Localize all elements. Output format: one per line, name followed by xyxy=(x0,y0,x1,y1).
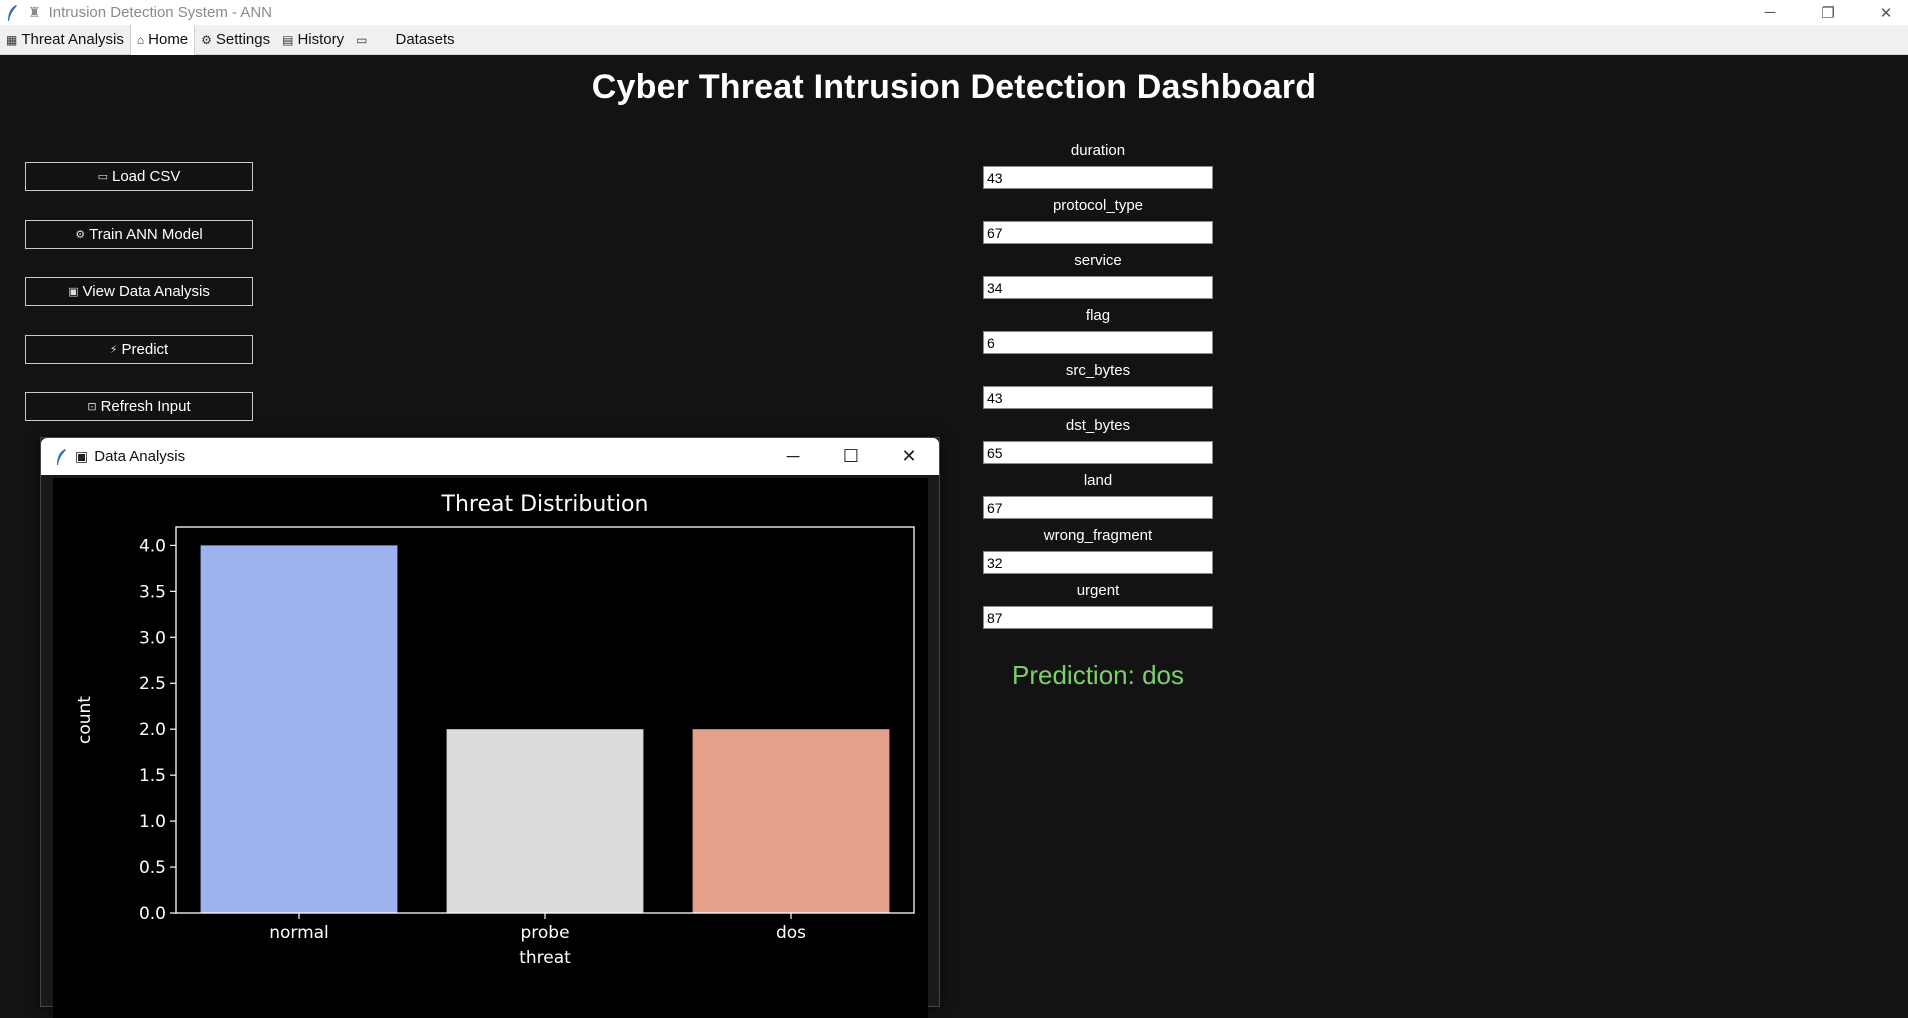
x-tick-label: normal xyxy=(269,923,329,943)
chart-title: Threat Distribution xyxy=(441,492,649,517)
protocol-type-field[interactable] xyxy=(983,221,1213,244)
chart-icon: ▣ xyxy=(75,448,89,464)
folder-icon: ▭ xyxy=(356,32,368,47)
minimize-popup-button[interactable]: ─ xyxy=(764,438,822,475)
tab-home[interactable]: ⌂ Home xyxy=(129,24,196,55)
lightning-icon: ⚡ xyxy=(109,344,118,356)
app-logo-icon: ♜ xyxy=(28,4,41,20)
close-window-button[interactable]: ✕ xyxy=(1857,0,1908,25)
land-field[interactable] xyxy=(983,496,1213,519)
service-label: service xyxy=(1074,252,1122,269)
urgent-label: urgent xyxy=(1076,582,1120,599)
tab-datasets-icon[interactable]: ▭ xyxy=(350,25,389,54)
train-ann-model-button[interactable]: ⚙ Train ANN Model xyxy=(25,220,253,249)
gear-icon: ⚙ xyxy=(201,32,212,47)
src-bytes-label: src_bytes xyxy=(1065,362,1131,379)
window-title: Intrusion Detection System - ANN xyxy=(48,4,272,21)
button-label: Load CSV xyxy=(112,168,181,185)
land-label: land xyxy=(1083,472,1113,489)
y-axis-label: count xyxy=(75,696,95,744)
refresh-input-button[interactable]: ⊡ Refresh Input xyxy=(25,392,253,421)
tab-bar: ▦ Threat Analysis ⌂ Home ⚙ Settings ▤ Hi… xyxy=(0,24,1908,55)
protocol-type-label: protocol_type xyxy=(1052,197,1144,214)
urgent-field[interactable] xyxy=(983,606,1213,629)
wrong-fragment-label: wrong_fragment xyxy=(1043,527,1153,544)
x-axis-label: threat xyxy=(519,948,571,968)
close-popup-button[interactable]: ✕ xyxy=(880,438,938,475)
bar-probe xyxy=(446,729,644,913)
predict-button[interactable]: ⚡ Predict xyxy=(25,335,253,364)
tab-datasets[interactable]: Datasets xyxy=(389,25,460,54)
y-tick-label: 0.0 xyxy=(139,904,166,924)
tab-settings[interactable]: ⚙ Settings xyxy=(195,25,276,54)
button-label: Refresh Input xyxy=(100,398,191,415)
chart-icon: ▣ xyxy=(68,286,79,298)
button-label: Predict xyxy=(121,341,169,358)
duration-field[interactable] xyxy=(983,166,1213,189)
tab-label: Datasets xyxy=(395,31,455,48)
prediction-result: Prediction: dos xyxy=(1012,660,1184,690)
y-tick-label: 2.5 xyxy=(139,674,166,694)
tab-label: Home xyxy=(148,31,189,48)
minimize-window-button[interactable]: ─ xyxy=(1741,0,1799,25)
wrong-fragment-field[interactable] xyxy=(983,551,1213,574)
popup-title: Data Analysis xyxy=(94,448,186,465)
tab-label: History xyxy=(297,31,345,48)
y-tick-label: 3.0 xyxy=(139,628,166,648)
duration-label: duration xyxy=(1070,142,1126,159)
threat-distribution-chart: Threat Distribution 0.0 0.5 1.0 1.5 2.0 2.5 3.0… xyxy=(75,492,915,968)
tab-history[interactable]: ▤ History xyxy=(276,25,350,54)
restore-window-button[interactable]: ❐ xyxy=(1799,0,1857,25)
feather-icon xyxy=(8,4,17,21)
x-tick-label: dos xyxy=(776,923,806,943)
brain-icon: ⚙ xyxy=(75,229,86,241)
y-tick-label: 0.5 xyxy=(139,858,166,878)
home-icon: ⌂ xyxy=(136,32,145,47)
tab-threat-analysis[interactable]: ▦ Threat Analysis xyxy=(0,25,130,54)
dst-bytes-field[interactable] xyxy=(983,441,1213,464)
flag-field[interactable] xyxy=(983,331,1213,354)
maximize-popup-button[interactable]: ☐ xyxy=(822,438,880,475)
data-analysis-titlebar[interactable]: ▣ Data Analysis ─ ☐ ✕ xyxy=(41,438,939,475)
dst-bytes-label: dst_bytes xyxy=(1065,417,1131,434)
dashboard-title: Cyber Threat Intrusion Detection Dashboa… xyxy=(591,68,1317,106)
bar-normal xyxy=(200,545,398,913)
window-titlebar: ♜ Intrusion Detection System - ANN ─ ❐ ✕ xyxy=(0,0,1908,25)
y-tick-label: 4.0 xyxy=(139,536,166,556)
tab-label: Settings xyxy=(215,31,271,48)
flag-label: flag xyxy=(1085,307,1111,324)
data-analysis-window: ▣ Data Analysis ─ ☐ ✕ Threat Distributio… xyxy=(40,437,940,1018)
button-label: Train ANN Model xyxy=(89,226,203,243)
tab-label: Threat Analysis xyxy=(21,31,124,48)
y-tick-label: 2.0 xyxy=(139,720,166,740)
y-tick-label: 1.5 xyxy=(139,766,166,786)
button-label: View Data Analysis xyxy=(82,283,210,300)
chart-canvas: Threat Distribution 0.0 0.5 1.0 1.5 2.0 2.5 3.0… xyxy=(53,478,928,1018)
src-bytes-field[interactable] xyxy=(983,386,1213,409)
refresh-icon: ⊡ xyxy=(87,401,97,413)
load-csv-button[interactable]: ▭ Load CSV xyxy=(25,162,253,191)
x-tick-label: probe xyxy=(520,923,569,943)
bar-dos xyxy=(692,729,890,913)
feather-icon xyxy=(57,448,66,465)
scroll-icon: ▤ xyxy=(282,32,294,47)
service-field[interactable] xyxy=(983,276,1213,299)
view-data-analysis-button[interactable]: ▣ View Data Analysis xyxy=(25,277,253,306)
folder-icon: ▭ xyxy=(97,171,108,183)
y-tick-label: 1.0 xyxy=(139,812,166,832)
chart-icon: ▦ xyxy=(6,32,18,47)
y-tick-label: 3.5 xyxy=(139,582,166,602)
